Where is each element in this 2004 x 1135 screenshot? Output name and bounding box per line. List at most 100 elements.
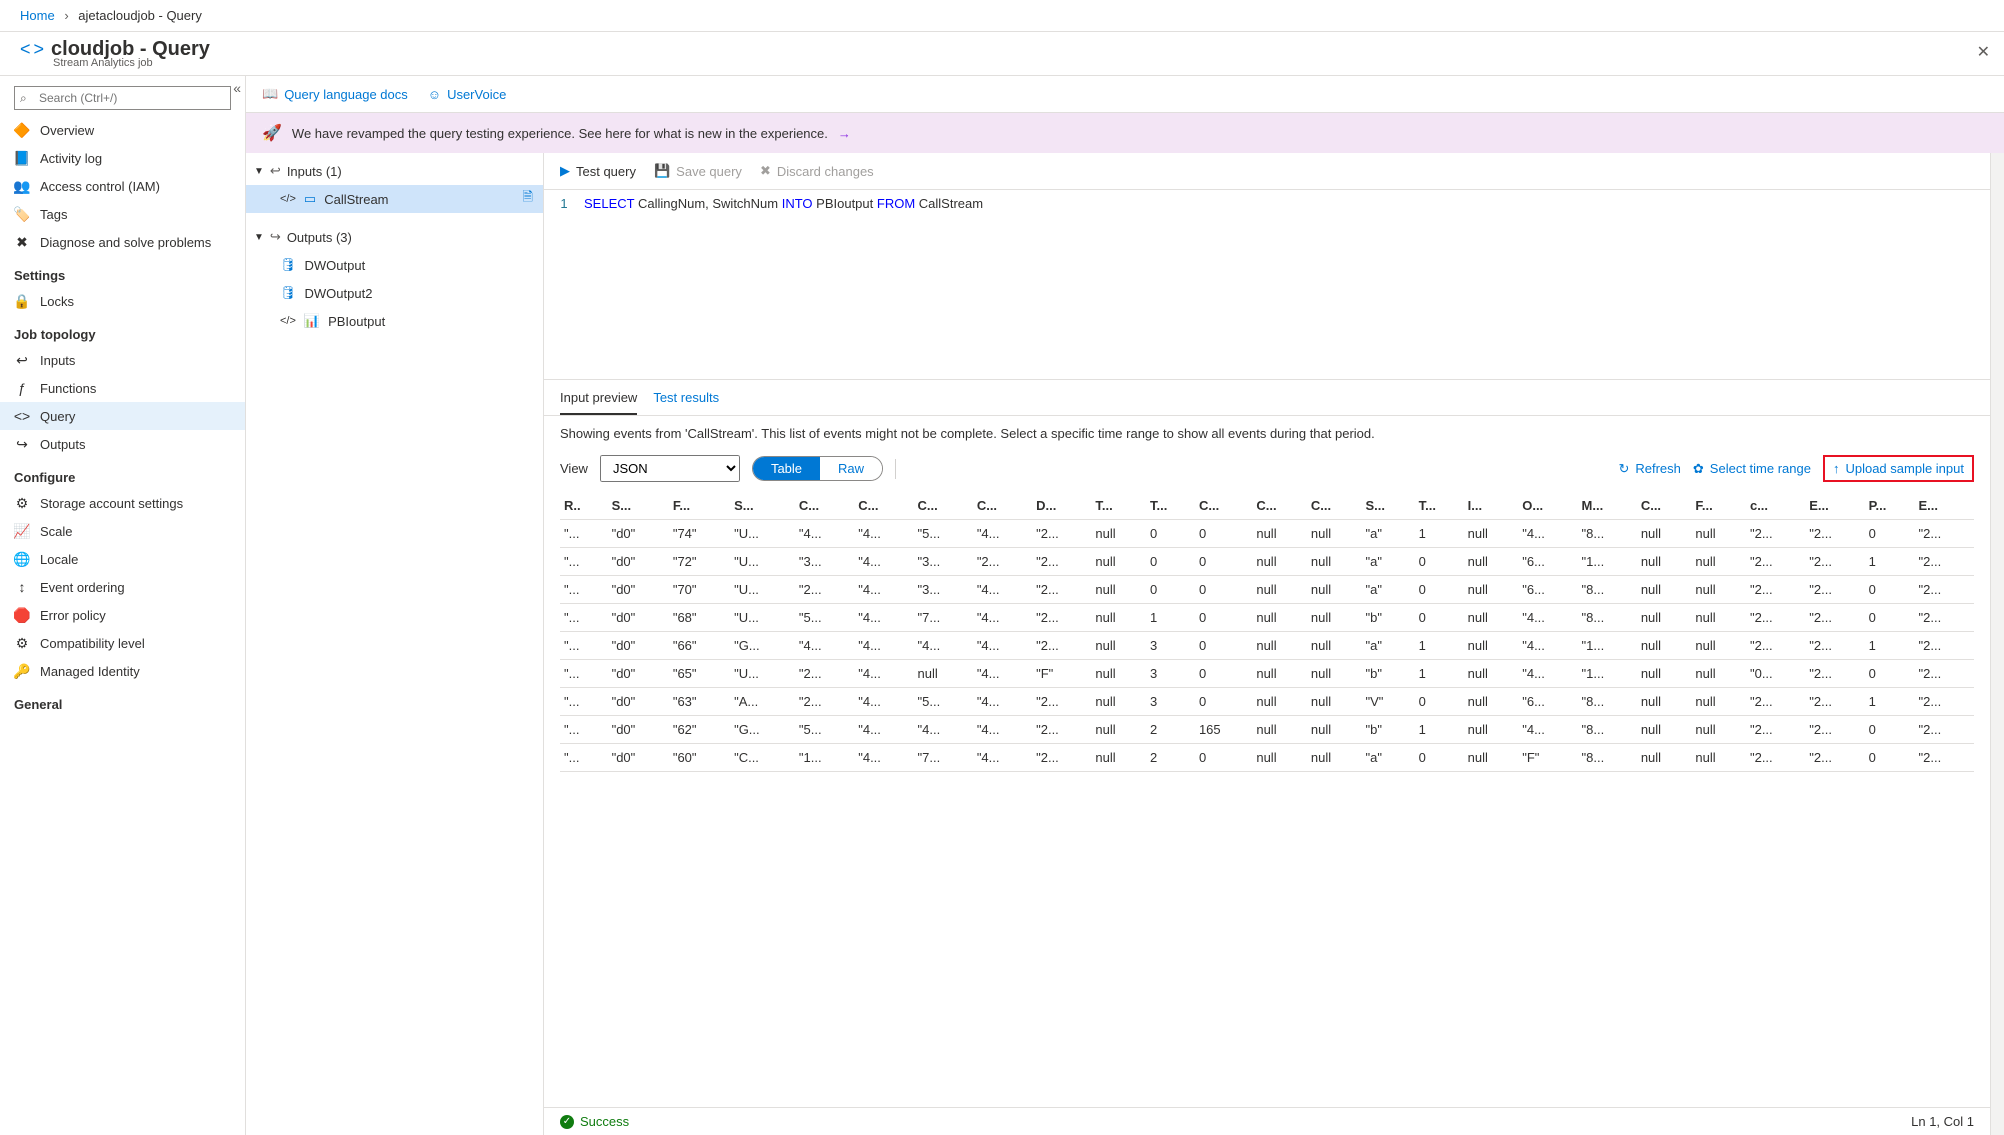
table-row[interactable]: "..."d0""66""G..."4..."4..."4..."4..."2.…: [560, 632, 1974, 660]
table-cell: "4...: [795, 520, 854, 548]
tree-item-pbioutput[interactable]: </> 📊 PBIoutput: [246, 307, 543, 335]
inputs-tree-header[interactable]: ▼ ↩ Inputs (1): [246, 157, 543, 185]
table-row[interactable]: "..."d0""60""C..."1..."4..."7..."4..."2.…: [560, 744, 1974, 772]
column-header[interactable]: E...: [1805, 492, 1864, 520]
column-header[interactable]: C...: [795, 492, 854, 520]
column-header[interactable]: F...: [669, 492, 730, 520]
table-cell: "V": [1362, 688, 1415, 716]
table-cell: "66": [669, 632, 730, 660]
table-cell: "d0": [608, 548, 669, 576]
view-select[interactable]: JSON: [600, 455, 740, 482]
table-row[interactable]: "..."d0""68""U..."5..."4..."7..."4..."2.…: [560, 604, 1974, 632]
nav-query-icon: <>: [14, 408, 30, 424]
select-time-range-button[interactable]: ✿Select time range: [1693, 461, 1811, 477]
table-cell: null: [1637, 744, 1692, 772]
column-header[interactable]: C...: [854, 492, 913, 520]
column-header[interactable]: E...: [1915, 492, 1975, 520]
table-cell: null: [1091, 604, 1146, 632]
column-header[interactable]: P...: [1865, 492, 1915, 520]
breadcrumb-home[interactable]: Home: [20, 8, 55, 23]
refresh-button[interactable]: ↻Refresh: [1618, 461, 1680, 477]
table-row[interactable]: "..."d0""62""G..."5..."4..."4..."4..."2.…: [560, 716, 1974, 744]
column-header[interactable]: T...: [1146, 492, 1195, 520]
nav-query[interactable]: <>Query: [0, 402, 245, 430]
upload-sample-input-button[interactable]: ↑Upload sample input: [1823, 455, 1974, 482]
outputs-tree-header[interactable]: ▼ ↪ Outputs (3): [246, 223, 543, 251]
column-header[interactable]: S...: [730, 492, 795, 520]
column-header[interactable]: R..: [560, 492, 608, 520]
nav-scale[interactable]: 📈Scale: [0, 517, 245, 545]
vertical-scrollbar[interactable]: [1990, 153, 2004, 1135]
column-header[interactable]: S...: [608, 492, 669, 520]
nav-label: Scale: [40, 524, 73, 539]
nav-label: Outputs: [40, 437, 86, 452]
tree-item-label: CallStream: [324, 192, 388, 207]
tree-item-callstream[interactable]: </> ▭ CallStream 🗎: [246, 185, 543, 213]
tree-item-dwoutput[interactable]: 🛢 DWOutput: [246, 251, 543, 279]
column-header[interactable]: F...: [1691, 492, 1746, 520]
arrow-right-icon[interactable]: →: [838, 126, 851, 141]
nav-outputs[interactable]: ↪Outputs: [0, 430, 245, 458]
tab-test-results[interactable]: Test results: [653, 390, 719, 415]
nav-tags[interactable]: 🏷️Tags: [0, 200, 245, 228]
test-query-button[interactable]: ▶Test query: [560, 163, 636, 179]
table-row[interactable]: "..."d0""65""U..."2..."4...null"4..."F"n…: [560, 660, 1974, 688]
column-header[interactable]: c...: [1746, 492, 1805, 520]
table-cell: "2...: [1746, 520, 1805, 548]
page-subtitle: Stream Analytics job: [53, 57, 210, 69]
table-row[interactable]: "..."d0""74""U..."4..."4..."5..."4..."2.…: [560, 520, 1974, 548]
table-row[interactable]: "..."d0""63""A..."2..."4..."5..."4..."2.…: [560, 688, 1974, 716]
table-row[interactable]: "..."d0""72""U..."3..."4..."3..."2..."2.…: [560, 548, 1974, 576]
table-cell: null: [1637, 632, 1692, 660]
column-header[interactable]: C...: [914, 492, 973, 520]
column-header[interactable]: C...: [1195, 492, 1252, 520]
nav-event-ordering[interactable]: ↕Event ordering: [0, 573, 245, 601]
column-header[interactable]: C...: [1637, 492, 1692, 520]
column-header[interactable]: T...: [1415, 492, 1464, 520]
nav-diagnose-icon: ✖: [14, 234, 30, 250]
search-input[interactable]: [14, 86, 231, 110]
nav-locale[interactable]: 🌐Locale: [0, 545, 245, 573]
nav-overview[interactable]: 🔶Overview: [0, 116, 245, 144]
column-header[interactable]: C...: [973, 492, 1032, 520]
code-editor[interactable]: 1 SELECT CallingNum, SwitchNum INTO PBIo…: [544, 190, 1990, 380]
column-header[interactable]: T...: [1091, 492, 1146, 520]
close-icon[interactable]: ✕: [1977, 42, 1990, 62]
preview-table-wrap[interactable]: R..S...F...S...C...C...C...C...D...T...T…: [544, 492, 1990, 1107]
nav-error-policy[interactable]: 🛑Error policy: [0, 601, 245, 629]
column-header[interactable]: D...: [1032, 492, 1091, 520]
uservoice-link[interactable]: ☺UserVoice: [428, 87, 507, 102]
column-header[interactable]: I...: [1464, 492, 1519, 520]
save-query-button[interactable]: 💾Save query: [654, 163, 742, 179]
nav-locks[interactable]: 🔒Locks: [0, 287, 245, 315]
tree-item-dwoutput2[interactable]: 🛢 DWOutput2: [246, 279, 543, 307]
table-cell: 0: [1195, 688, 1252, 716]
nav-compat[interactable]: ⚙Compatibility level: [0, 629, 245, 657]
smile-icon: ☺: [428, 87, 441, 102]
toggle-raw[interactable]: Raw: [820, 457, 882, 480]
column-header[interactable]: C...: [1307, 492, 1362, 520]
column-header[interactable]: C...: [1252, 492, 1307, 520]
nav-access-control[interactable]: 👥Access control (IAM): [0, 172, 245, 200]
nav-diagnose[interactable]: ✖Diagnose and solve problems: [0, 228, 245, 256]
nav-inputs[interactable]: ↩Inputs: [0, 346, 245, 374]
collapse-sidebar-icon[interactable]: «: [233, 80, 241, 96]
nav-functions[interactable]: ƒFunctions: [0, 374, 245, 402]
nav-activity-log[interactable]: 📘Activity log: [0, 144, 245, 172]
nav-identity[interactable]: 🔑Managed Identity: [0, 657, 245, 685]
table-cell: 165: [1195, 716, 1252, 744]
table-cell: null: [1091, 744, 1146, 772]
toggle-table[interactable]: Table: [753, 457, 820, 480]
table-cell: "8...: [1578, 604, 1637, 632]
column-header[interactable]: S...: [1362, 492, 1415, 520]
table-cell: "2...: [1805, 744, 1864, 772]
column-header[interactable]: O...: [1518, 492, 1577, 520]
docs-link[interactable]: 📖Query language docs: [262, 86, 408, 102]
outputs-header-icon: ↪: [270, 229, 281, 245]
nav-storage[interactable]: ⚙Storage account settings: [0, 489, 245, 517]
tab-input-preview[interactable]: Input preview: [560, 390, 637, 415]
document-icon[interactable]: 🗎: [523, 188, 533, 210]
discard-changes-button[interactable]: ✖Discard changes: [760, 163, 874, 179]
table-row[interactable]: "..."d0""70""U..."2..."4..."3..."4..."2.…: [560, 576, 1974, 604]
column-header[interactable]: M...: [1578, 492, 1637, 520]
